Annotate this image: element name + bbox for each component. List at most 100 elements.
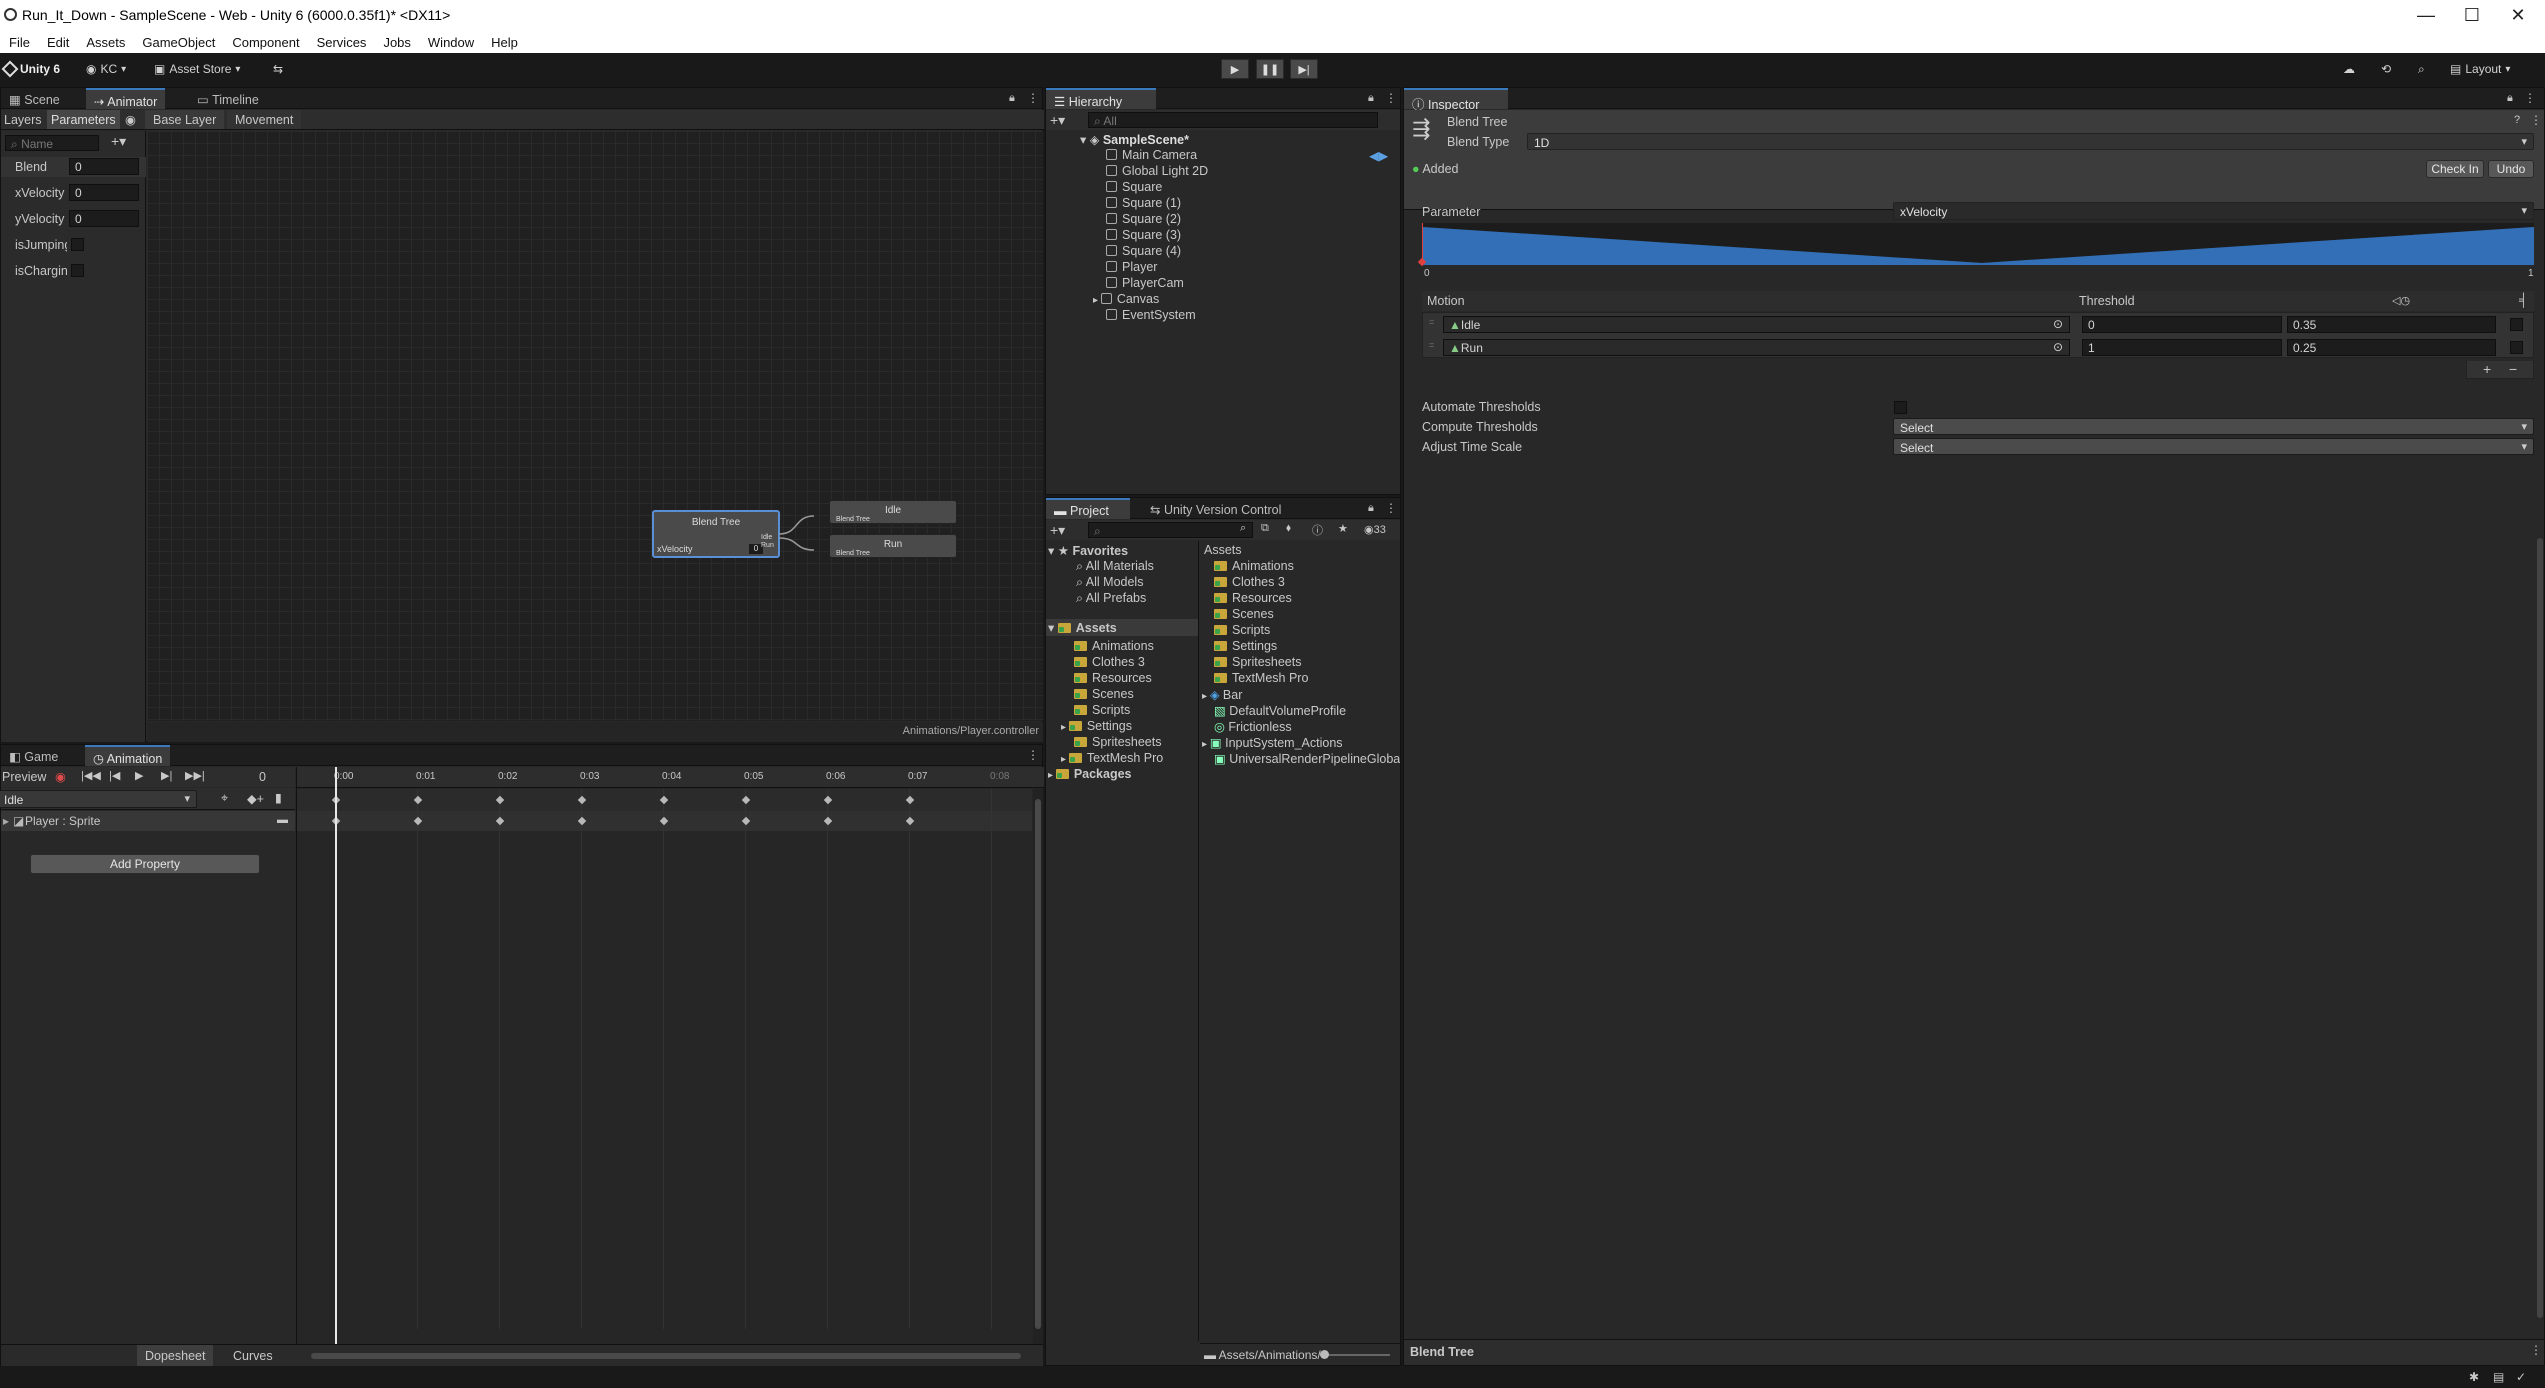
tab-timeline[interactable]: ▭ Timeline: [189, 88, 267, 109]
account-dropdown[interactable]: ◉ KC ▾: [86, 60, 126, 78]
tab-project[interactable]: ▬ Project: [1046, 498, 1130, 519]
tab-animator[interactable]: ⇢ Animator: [86, 88, 166, 109]
lock-icon[interactable]: 🔒︎: [1009, 92, 1015, 105]
drag-handle-icon[interactable]: =: [1429, 317, 1434, 327]
tab-game[interactable]: ◧ Game: [1, 745, 66, 766]
expand-arrow-icon[interactable]: ▸: [3, 814, 9, 828]
tree-folder[interactable]: Spritesheets: [1074, 735, 1161, 749]
asset-item[interactable]: TextMesh Pro: [1214, 671, 1308, 685]
run-node[interactable]: Run Blend Tree: [829, 534, 957, 558]
parameter-bool-checkbox[interactable]: [71, 264, 84, 277]
hierarchy-item[interactable]: Square (1): [1106, 196, 1181, 210]
tree-folder[interactable]: Scenes: [1074, 687, 1134, 701]
favorite-item[interactable]: ⌕ All Materials: [1076, 559, 1154, 574]
lock-icon[interactable]: 🔒︎: [2507, 92, 2513, 105]
frame-field[interactable]: 0: [259, 770, 266, 784]
hierarchy-item[interactable]: Square: [1106, 180, 1162, 194]
tab-dopesheet[interactable]: Dopesheet: [137, 1345, 214, 1366]
favorite-icon[interactable]: ★: [1338, 522, 1348, 535]
minimize-button[interactable]: —: [2403, 0, 2449, 31]
breadcrumb-movement[interactable]: Movement: [227, 110, 302, 129]
tab-hierarchy[interactable]: ☰ Hierarchy: [1046, 88, 1156, 109]
search-icon[interactable]: ⌕: [2418, 60, 2425, 78]
idle-node[interactable]: Idle Blend Tree: [829, 500, 957, 524]
scrollbar-thumb[interactable]: [1035, 799, 1041, 1329]
dopesheet[interactable]: 0:00 0:01 0:02 0:03 0:04 0:05 0:06 0:07 …: [296, 767, 1044, 1352]
tab-inspector[interactable]: ⓘ Inspector: [1404, 88, 1508, 112]
compute-thresholds-dropdown[interactable]: Select: [1893, 418, 2534, 435]
hierarchy-item[interactable]: PlayerCam: [1106, 276, 1184, 290]
mirror-checkbox[interactable]: [2510, 318, 2523, 331]
tab-animation[interactable]: ◷ Animation: [85, 745, 171, 766]
asset-item[interactable]: Animations: [1214, 559, 1294, 573]
pause-button[interactable]: ❚❚: [1256, 59, 1284, 79]
hierarchy-item[interactable]: Square (4): [1106, 244, 1181, 258]
tab-parameters[interactable]: Parameters: [47, 110, 120, 129]
record-icon[interactable]: ◉: [55, 769, 66, 784]
inspector-scrollbar[interactable]: [2537, 538, 2543, 1318]
type-filter-icon[interactable]: ⧉: [1261, 522, 1269, 535]
add-property-button[interactable]: Add Property: [30, 854, 260, 874]
parameter-value-field[interactable]: 0: [69, 210, 139, 227]
parameter-value-field[interactable]: 0: [69, 158, 139, 175]
menu-help[interactable]: Help: [482, 31, 526, 53]
layout-dropdown[interactable]: ▤ Layout ▾: [2450, 60, 2510, 78]
add-keyframe-icon[interactable]: ⌖: [221, 791, 228, 806]
parameter-bool-checkbox[interactable]: [71, 238, 84, 251]
play-icon[interactable]: ▶: [135, 769, 143, 782]
asset-item[interactable]: ▧ DefaultVolumeProfile: [1214, 703, 1346, 718]
lock-icon[interactable]: 🔒︎: [1368, 502, 1374, 515]
scene-visibility-icon[interactable]: ◀▶: [1369, 148, 1388, 163]
step-button[interactable]: ▶|: [1290, 59, 1318, 79]
preview-options-icon[interactable]: ⋮: [2530, 1343, 2542, 1357]
more-options-icon[interactable]: ⋮: [2524, 91, 2536, 105]
asset-item[interactable]: ◎ Frictionless: [1214, 719, 1292, 734]
threshold-field[interactable]: 1: [2082, 339, 2282, 356]
label-filter-icon[interactable]: ⬧: [1286, 522, 1291, 535]
vertical-scrollbar[interactable]: [1033, 789, 1043, 1351]
motion-row[interactable]: = ▲Idle ⊙ 0 0.35: [1423, 313, 2533, 335]
timeline-ruler[interactable]: 0:00 0:01 0:02 0:03 0:04 0:05 0:06 0:07 …: [297, 767, 1044, 788]
clip-dropdown[interactable]: Idle: [0, 790, 197, 808]
threshold-field[interactable]: 0: [2082, 316, 2282, 333]
tree-folder[interactable]: Clothes 3: [1074, 655, 1145, 669]
drag-handle-icon[interactable]: =: [1429, 340, 1434, 350]
hierarchy-item[interactable]: Square (3): [1106, 228, 1181, 242]
tree-folder[interactable]: ▸ Settings: [1061, 719, 1132, 733]
info-icon[interactable]: ⓘ: [1312, 522, 1323, 538]
remove-motion-button[interactable]: −: [2509, 361, 2517, 377]
context-menu-icon[interactable]: ⋮: [2530, 113, 2542, 127]
asset-item[interactable]: Spritesheets: [1214, 655, 1301, 669]
asset-item[interactable]: ▸ ◈ Bar: [1202, 687, 1242, 702]
hidden-count-badge[interactable]: ◉33: [1364, 523, 1386, 536]
menu-gameobject[interactable]: GameObject: [133, 31, 223, 53]
assets-root[interactable]: ▾ Assets: [1046, 619, 1198, 636]
event-marker-icon[interactable]: ▮: [275, 790, 282, 805]
automate-thresholds-checkbox[interactable]: [1894, 401, 1907, 414]
cloud-icon[interactable]: ☁: [2343, 60, 2355, 78]
asset-item[interactable]: Resources: [1214, 591, 1292, 605]
parameter-row[interactable]: Blend 0: [1, 157, 146, 177]
object-picker-icon[interactable]: ⊙: [2053, 317, 2063, 331]
check-in-button[interactable]: Check In: [2426, 160, 2484, 178]
motion-row[interactable]: = ▲Run ⊙ 1 0.25: [1423, 336, 2533, 358]
history-icon[interactable]: ⟲: [2381, 60, 2391, 78]
eye-icon[interactable]: ◉: [125, 112, 136, 127]
horizontal-scrollbar[interactable]: [311, 1353, 1021, 1359]
bug-icon[interactable]: ✱: [2469, 1370, 2479, 1384]
parameter-dropdown[interactable]: xVelocity: [1893, 202, 2534, 220]
motion-field[interactable]: ▲Run ⊙: [1443, 339, 2070, 356]
menu-edit[interactable]: Edit: [38, 31, 77, 53]
parameter-search-input[interactable]: ⌕ Name: [5, 135, 99, 151]
tree-folder[interactable]: ▸ TextMesh Pro: [1061, 751, 1163, 765]
breadcrumb-base-layer[interactable]: Base Layer: [145, 110, 225, 129]
search-filter-icon[interactable]: ⌕: [1240, 522, 1246, 535]
unity-menu-button[interactable]: Unity 6: [1, 60, 60, 78]
help-icon[interactable]: ?: [2514, 114, 2520, 126]
menu-assets[interactable]: Assets: [77, 31, 133, 53]
asset-store-dropdown[interactable]: ▣ Asset Store ▾: [154, 60, 240, 78]
blend-graph[interactable]: [1417, 223, 2534, 267]
more-options-icon[interactable]: ⋮: [1385, 501, 1397, 515]
motion-field[interactable]: ▲Idle ⊙: [1443, 316, 2070, 333]
hierarchy-item[interactable]: Player: [1106, 260, 1157, 274]
